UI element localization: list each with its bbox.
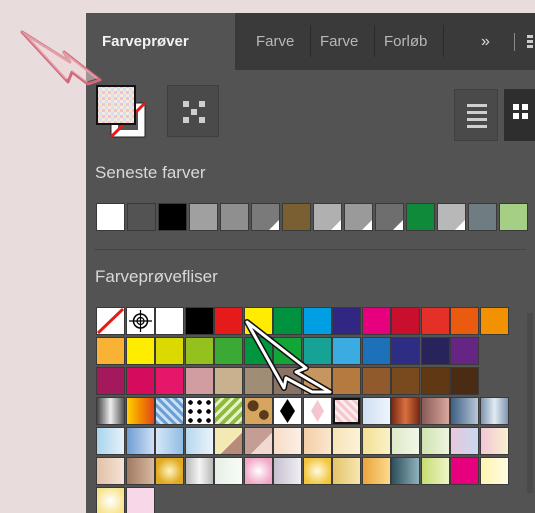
annotation-arrows [20, 30, 333, 395]
pink-arrow-icon [20, 30, 102, 86]
white-arrow-icon [244, 319, 333, 395]
